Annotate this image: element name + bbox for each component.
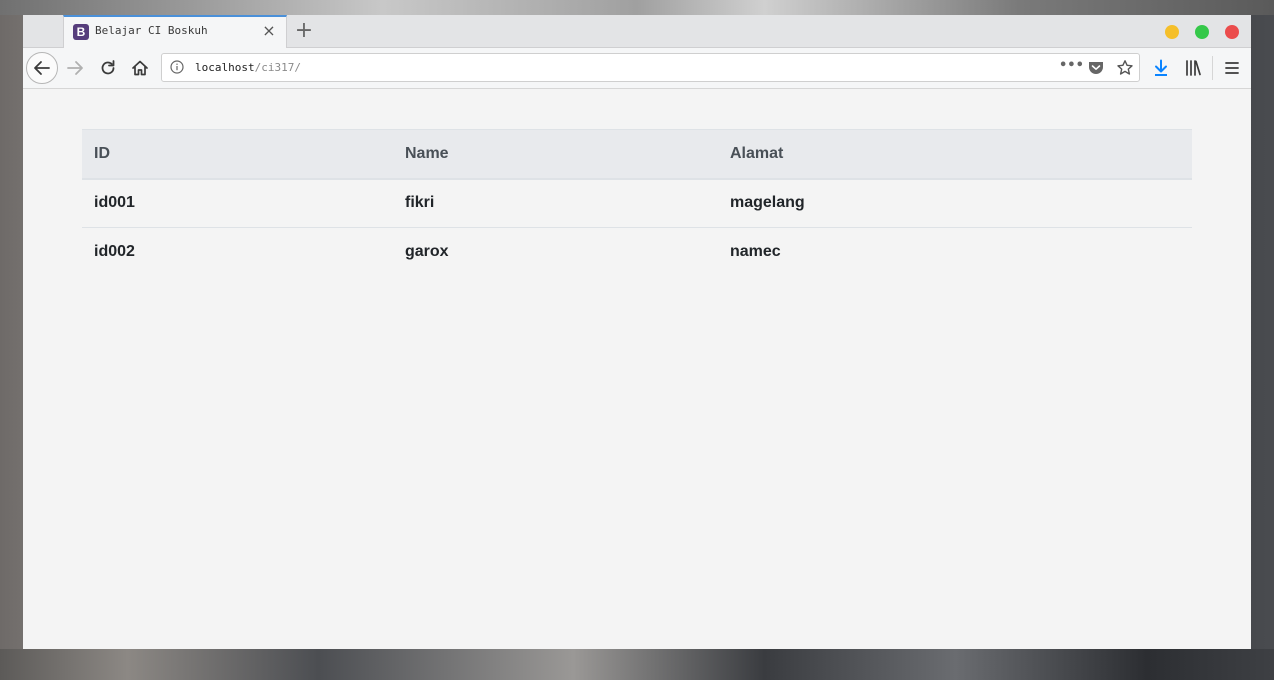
library-icon: [1186, 60, 1201, 76]
window-maximize-button[interactable]: [1195, 25, 1209, 39]
page-actions-more-icon[interactable]: •••: [1059, 59, 1084, 75]
cell-id: id001: [82, 178, 393, 228]
pocket-icon[interactable]: [1087, 59, 1105, 77]
home-button[interactable]: [130, 58, 150, 78]
forward-arrow-icon: [67, 61, 83, 75]
downloads-button[interactable]: [1151, 58, 1171, 78]
url-bar[interactable]: localhost/ci317/ •••: [161, 53, 1140, 82]
page-content: ID Name Alamat id001 fikri magelang id00…: [23, 89, 1251, 649]
download-icon: [1155, 59, 1167, 76]
home-icon: [132, 60, 148, 76]
cell-alamat: namec: [730, 243, 781, 261]
cell-id: id002: [94, 243, 135, 261]
hamburger-menu-icon: [1225, 62, 1239, 74]
back-button[interactable]: [26, 52, 58, 84]
data-table: ID Name Alamat id001 fikri magelang id00…: [82, 129, 1192, 277]
window-minimize-button[interactable]: [1165, 25, 1179, 39]
toolbar-divider: [1212, 56, 1213, 80]
bootstrap-favicon-icon: B: [73, 24, 89, 40]
tab-active[interactable]: B Belajar CI Boskuh ×: [63, 15, 287, 48]
url-host: localhost: [195, 61, 255, 74]
cell-name: fikri: [393, 178, 718, 228]
tab-bar: B Belajar CI Boskuh × +: [23, 15, 1251, 48]
table-header-row: ID Name Alamat: [82, 129, 1192, 180]
url-text[interactable]: localhost/ci317/: [195, 61, 301, 74]
table-row: id001 fikri magelang: [82, 178, 1192, 228]
window-close-button[interactable]: [1225, 25, 1239, 39]
tab-title: Belajar CI Boskuh: [95, 24, 208, 37]
back-arrow-icon: [34, 61, 50, 75]
url-path: /ci317/: [254, 61, 301, 74]
desktop-background-top: [0, 0, 1274, 15]
header-id: ID: [82, 129, 393, 180]
navigation-toolbar: localhost/ci317/ •••: [23, 48, 1251, 89]
header-name: Name: [393, 129, 718, 180]
reload-button[interactable]: [98, 58, 118, 78]
cell-name: garox: [405, 243, 449, 261]
new-tab-button[interactable]: +: [294, 20, 314, 42]
reload-icon: [101, 60, 115, 75]
menu-button[interactable]: [1222, 58, 1242, 78]
forward-button[interactable]: [65, 58, 85, 78]
cell-alamat: magelang: [718, 178, 1192, 228]
star-icon[interactable]: [1116, 59, 1134, 77]
tab-close-icon[interactable]: ×: [262, 23, 276, 39]
header-alamat: Alamat: [718, 129, 1192, 180]
table-row: id002 garox namec: [82, 228, 1192, 277]
desktop-background-bottom: [0, 649, 1274, 680]
browser-window: B Belajar CI Boskuh × + localhost/ci317/…: [23, 15, 1251, 649]
library-button[interactable]: [1183, 58, 1203, 78]
info-icon[interactable]: [170, 60, 184, 74]
